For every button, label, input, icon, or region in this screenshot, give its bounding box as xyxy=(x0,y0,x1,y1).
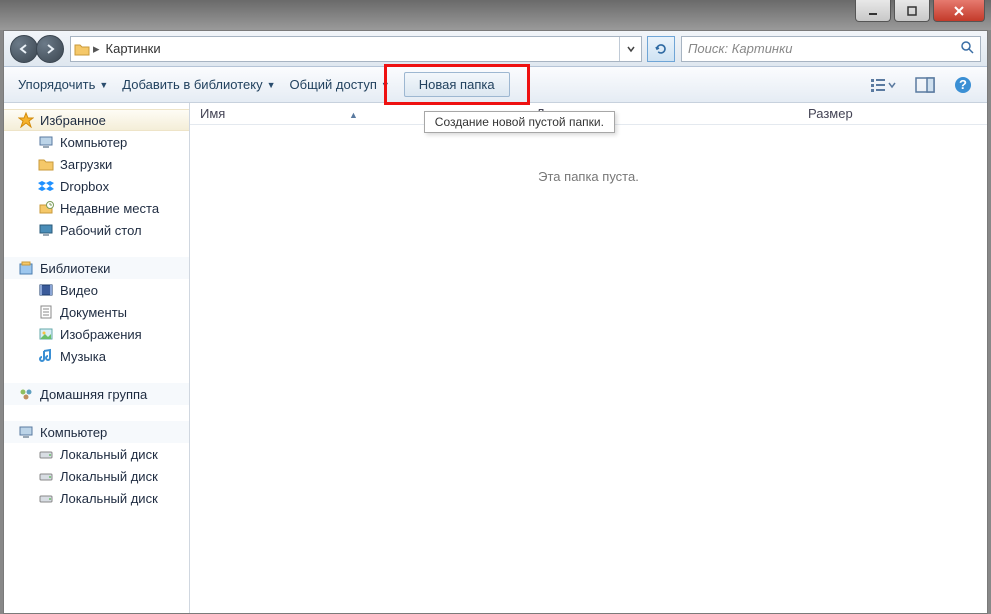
favorites-item[interactable]: Dropbox xyxy=(4,175,189,197)
recent-icon xyxy=(38,200,54,216)
refresh-button[interactable] xyxy=(647,36,675,62)
window-backdrop xyxy=(0,0,991,30)
toolbar: Упорядочить ▼ Добавить в библиотеку ▼ Об… xyxy=(4,67,987,103)
computer-item[interactable]: Локальный диск xyxy=(4,487,189,509)
favorites-item-label: Компьютер xyxy=(60,135,127,150)
favorites-item[interactable]: Загрузки xyxy=(4,153,189,175)
back-button[interactable] xyxy=(10,35,38,63)
organize-label: Упорядочить xyxy=(18,77,95,92)
chevron-down-icon: ▼ xyxy=(381,80,390,90)
address-dropdown[interactable] xyxy=(619,37,641,61)
share-menu[interactable]: Общий доступ ▼ xyxy=(290,77,390,92)
libraries-item-label: Документы xyxy=(60,305,127,320)
image-icon xyxy=(38,326,54,342)
libraries-group: Библиотеки Видео Документы Изображения Музы… xyxy=(4,257,189,367)
close-button[interactable] xyxy=(933,0,985,22)
drive-icon xyxy=(38,468,54,484)
star-icon xyxy=(18,112,34,128)
breadcrumb-item[interactable]: Картинки xyxy=(100,37,167,61)
navigation-row: ▸ Картинки Поиск: Картинки xyxy=(4,31,987,67)
chevron-down-icon: ▼ xyxy=(99,80,108,90)
search-input[interactable]: Поиск: Картинки xyxy=(681,36,981,62)
column-size-label: Размер xyxy=(808,106,853,121)
computer-icon xyxy=(38,134,54,150)
minimize-button[interactable] xyxy=(855,0,891,22)
body-split: Избранное Компьютер Загрузки Dropbox Недавн… xyxy=(4,103,987,613)
new-folder-tooltip: Создание новой пустой папки. xyxy=(424,111,615,133)
computer-item[interactable]: Локальный диск xyxy=(4,443,189,465)
libraries-header[interactable]: Библиотеки xyxy=(4,257,189,279)
favorites-label: Избранное xyxy=(40,113,106,128)
content-pane: Имя ▲ Дат Размер Эта папка пуста. xyxy=(190,103,987,613)
libraries-item[interactable]: Документы xyxy=(4,301,189,323)
nav-buttons xyxy=(10,35,64,63)
search-placeholder: Поиск: Картинки xyxy=(688,41,792,56)
drive-icon xyxy=(38,490,54,506)
libraries-label: Библиотеки xyxy=(40,261,110,276)
computer-label: Компьютер xyxy=(40,425,107,440)
libraries-item[interactable]: Музыка xyxy=(4,345,189,367)
column-name-label: Имя xyxy=(200,106,225,121)
libraries-icon xyxy=(18,260,34,276)
dropbox-icon xyxy=(38,178,54,194)
add-to-library-label: Добавить в библиотеку xyxy=(122,77,262,92)
folder-icon xyxy=(71,42,93,56)
favorites-item[interactable]: Рабочий стол xyxy=(4,219,189,241)
sort-ascending-icon: ▲ xyxy=(349,110,358,120)
help-button[interactable]: ? xyxy=(953,75,973,95)
column-size[interactable]: Размер xyxy=(798,106,987,121)
computer-group: Компьютер Локальный диск Локальный диск Ло… xyxy=(4,421,189,509)
share-label: Общий доступ xyxy=(290,77,377,92)
music-icon xyxy=(38,348,54,364)
favorites-header[interactable]: Избранное xyxy=(4,109,189,131)
libraries-item[interactable]: Изображения xyxy=(4,323,189,345)
favorites-item[interactable]: Компьютер xyxy=(4,131,189,153)
add-to-library-menu[interactable]: Добавить в библиотеку ▼ xyxy=(122,77,275,92)
navigation-sidebar: Избранное Компьютер Загрузки Dropbox Недавн… xyxy=(4,103,189,613)
doc-icon xyxy=(38,304,54,320)
libraries-item-label: Изображения xyxy=(60,327,142,342)
svg-text:?: ? xyxy=(959,77,967,92)
maximize-button[interactable] xyxy=(894,0,930,22)
chevron-down-icon: ▼ xyxy=(267,80,276,90)
computer-icon xyxy=(18,424,34,440)
computer-item-label: Локальный диск xyxy=(60,469,158,484)
search-icon xyxy=(960,40,974,57)
homegroup-header[interactable]: Домашняя группа xyxy=(4,383,189,405)
forward-button[interactable] xyxy=(36,35,64,63)
folder-icon xyxy=(38,156,54,172)
libraries-item[interactable]: Видео xyxy=(4,279,189,301)
favorites-item-label: Загрузки xyxy=(60,157,112,172)
favorites-item-label: Рабочий стол xyxy=(60,223,142,238)
homegroup-label: Домашняя группа xyxy=(40,387,147,402)
favorites-item-label: Недавние места xyxy=(60,201,159,216)
new-folder-button[interactable]: Новая папка xyxy=(404,72,510,97)
favorites-item[interactable]: Недавние места xyxy=(4,197,189,219)
homegroup-icon xyxy=(18,386,34,402)
video-icon xyxy=(38,282,54,298)
libraries-item-label: Видео xyxy=(60,283,98,298)
drive-icon xyxy=(38,446,54,462)
address-bar[interactable]: ▸ Картинки xyxy=(70,36,642,62)
view-options-button[interactable] xyxy=(869,76,897,94)
organize-menu[interactable]: Упорядочить ▼ xyxy=(18,77,108,92)
libraries-item-label: Музыка xyxy=(60,349,106,364)
new-folder-label: Новая папка xyxy=(419,77,495,92)
empty-folder-message: Эта папка пуста. xyxy=(190,169,987,184)
computer-header[interactable]: Компьютер xyxy=(4,421,189,443)
computer-item-label: Локальный диск xyxy=(60,447,158,462)
homegroup-group: Домашняя группа xyxy=(4,383,189,405)
preview-pane-button[interactable] xyxy=(915,77,935,93)
computer-item-label: Локальный диск xyxy=(60,491,158,506)
desktop-icon xyxy=(38,222,54,238)
title-bar-buttons xyxy=(855,0,985,22)
computer-item[interactable]: Локальный диск xyxy=(4,465,189,487)
favorites-item-label: Dropbox xyxy=(60,179,109,194)
favorites-group: Избранное Компьютер Загрузки Dropbox Недавн… xyxy=(4,109,189,241)
